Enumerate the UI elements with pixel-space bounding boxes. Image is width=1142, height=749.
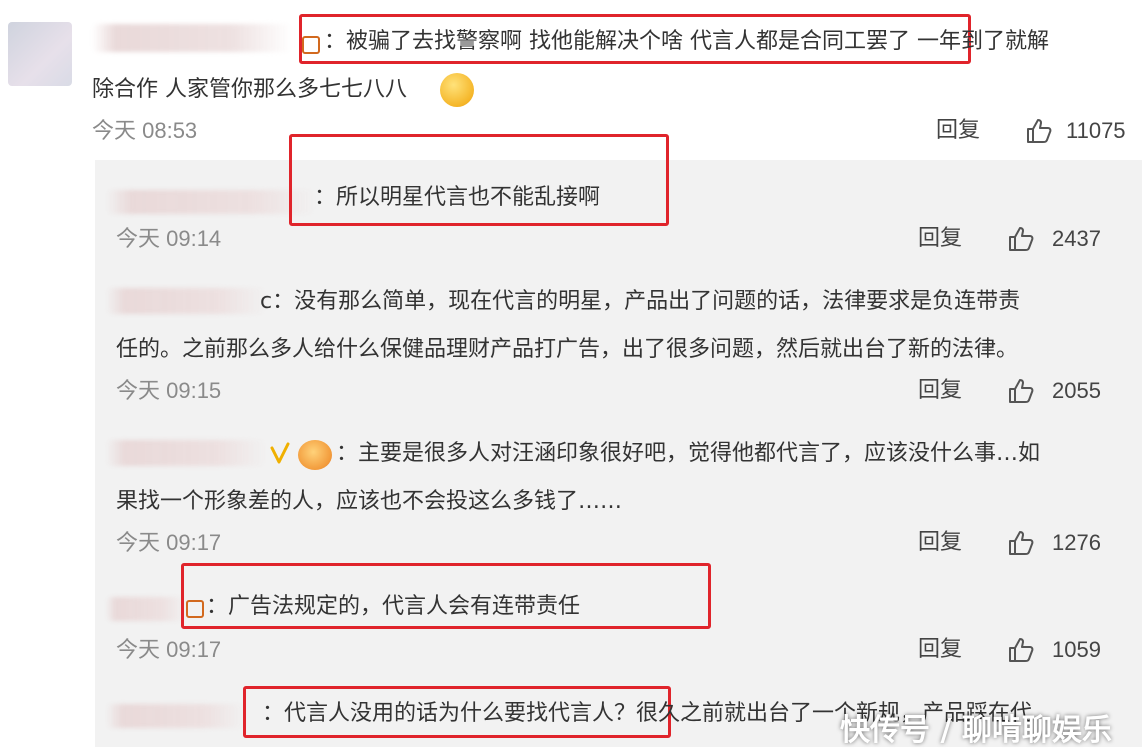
thumbs-up-icon[interactable] [1006, 635, 1036, 665]
reply-time: 今天 09:15 [116, 378, 222, 403]
like-count: 2055 [1052, 378, 1101, 403]
watermark: 快传号 / 聊啃聊娱乐 [840, 713, 1112, 748]
vip-badge-icon [186, 600, 204, 618]
comment-avatar[interactable] [8, 22, 72, 86]
like-count: 1276 [1052, 530, 1101, 555]
reply-text: ：广告法规定的，代言人会有连带责任 [206, 594, 581, 619]
vip-badge-icon [298, 440, 332, 470]
reply-username-blurred[interactable] [106, 190, 316, 214]
reply-text-line1: c：没有那么简单，现在代言的明星，产品出了问题的话，法律要求是负连带责 [260, 289, 1021, 314]
reply-button[interactable]: 回复 [918, 225, 962, 253]
reply-text-line1: ：主要是很多人对汪涵印象很好吧，觉得他都代言了，应该没什么事…如 [336, 441, 1041, 466]
reply-username-blurred[interactable] [106, 440, 266, 466]
check-badge-icon [270, 442, 290, 464]
thumbs-up-icon[interactable] [1006, 224, 1036, 254]
comment-text-line2: 除合作 人家管你那么多七七八八 [92, 77, 407, 102]
emoji-icon [440, 73, 474, 107]
like-count: 11075 [1066, 118, 1126, 143]
reply-time: 今天 09:17 [116, 530, 222, 555]
reply-button[interactable]: 回复 [918, 636, 962, 664]
thumbs-up-icon[interactable] [1006, 376, 1036, 406]
reply-text: ：所以明星代言也不能乱接啊 [314, 185, 601, 210]
reply-username-blurred[interactable] [106, 597, 186, 621]
reply-text-line2: 任的。之前那么多人给什么保健品理财产品打广告，出了很多问题，然后就出台了新的法律… [116, 337, 1019, 362]
comment-text-line1: ：被骗了去找警察啊 找他能解决个啥 代言人都是合同工罢了 一年到了就解 [324, 29, 1049, 54]
like-count: 1059 [1052, 637, 1101, 662]
reply-button[interactable]: 回复 [918, 377, 962, 405]
thumbs-up-icon[interactable] [1024, 116, 1054, 146]
comment-time: 今天 08:53 [92, 118, 198, 143]
reply-username-blurred[interactable] [106, 288, 266, 314]
reply-button[interactable]: 回复 [936, 117, 980, 145]
reply-text-line2: 果找一个形象差的人，应该也不会投这么多钱了…… [116, 489, 623, 514]
reply-time: 今天 09:14 [116, 226, 222, 251]
reply-username-blurred[interactable] [106, 704, 246, 728]
reply-time: 今天 09:17 [116, 637, 222, 662]
reply-button[interactable]: 回复 [918, 529, 962, 557]
username-blurred[interactable] [92, 24, 292, 52]
thumbs-up-icon[interactable] [1006, 528, 1036, 558]
like-count: 2437 [1052, 226, 1101, 251]
